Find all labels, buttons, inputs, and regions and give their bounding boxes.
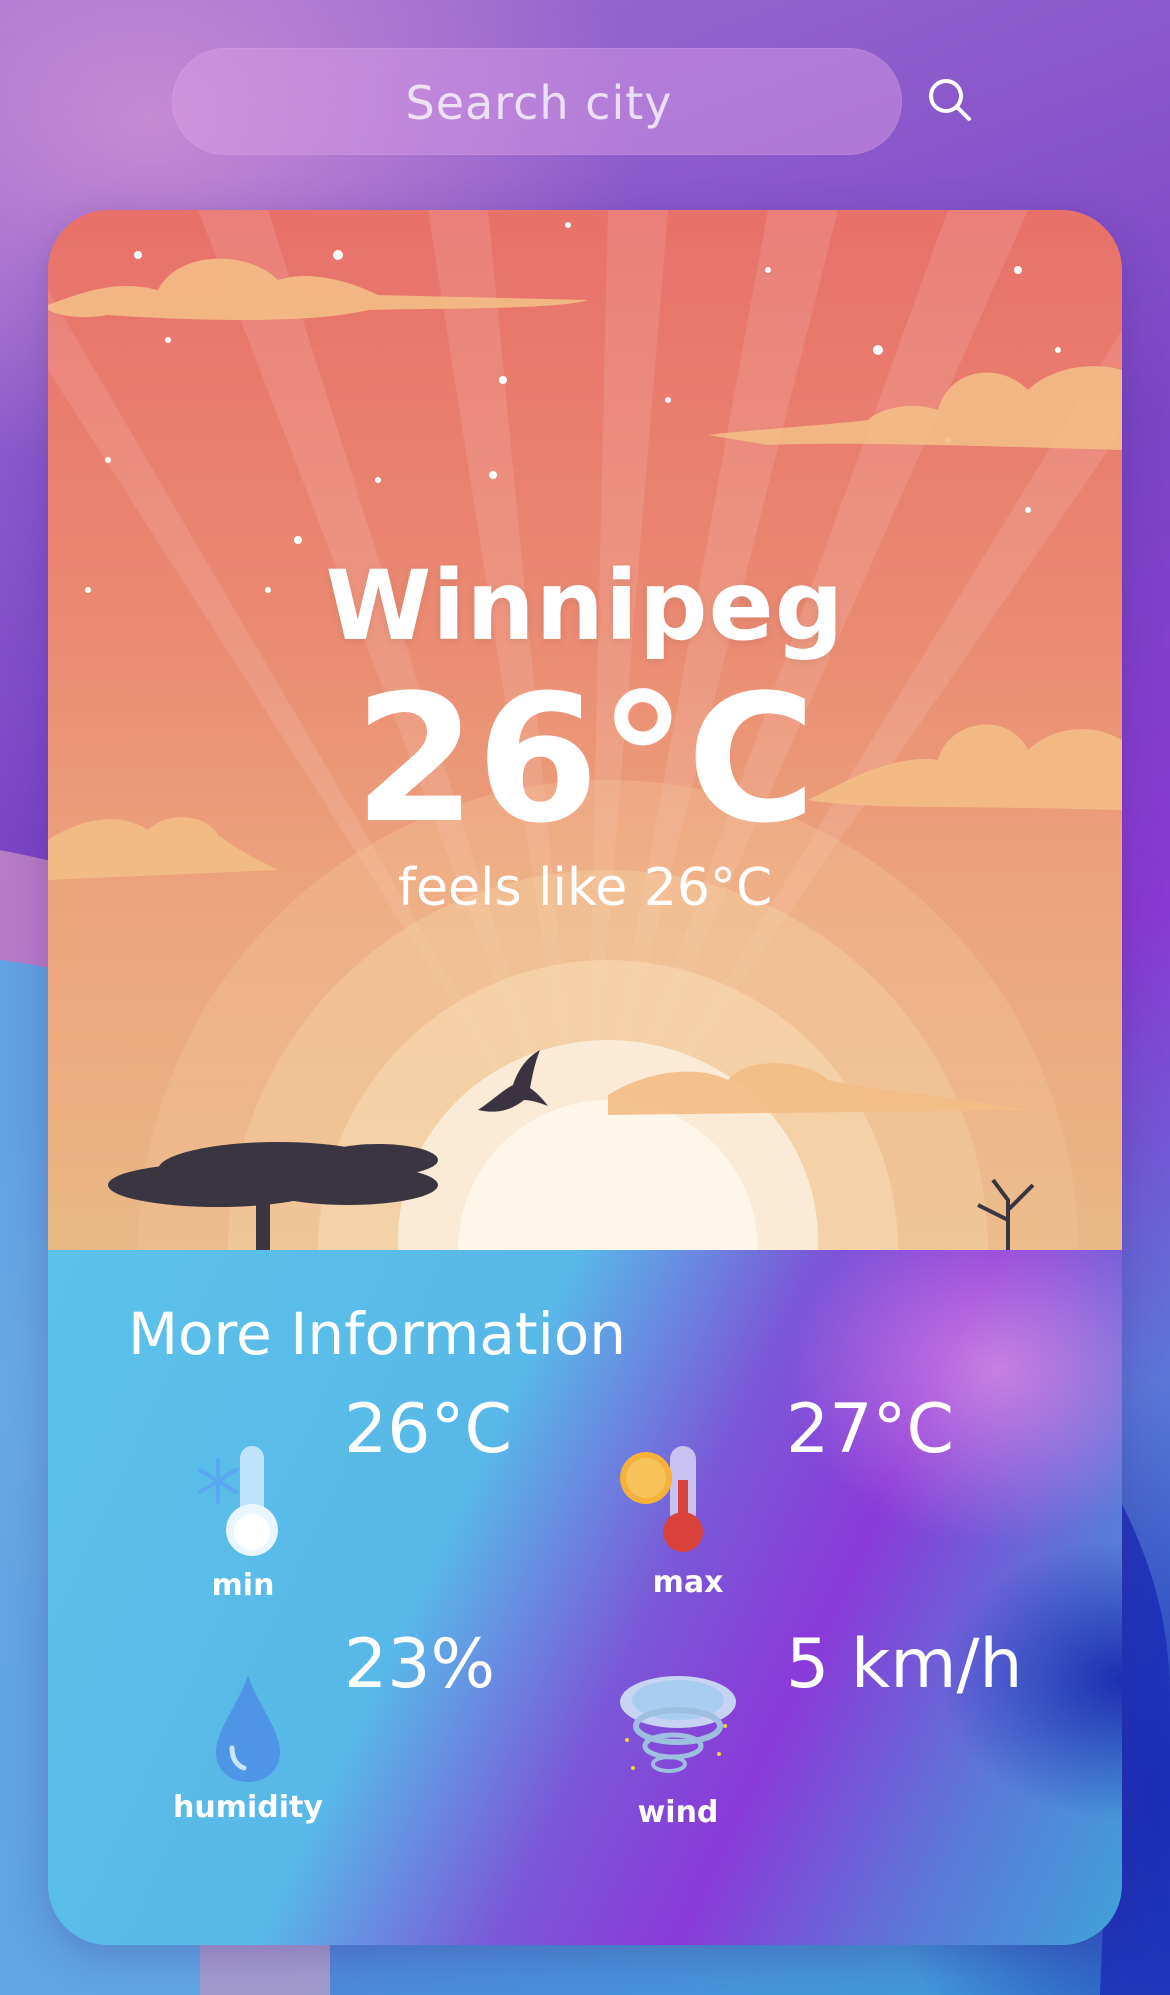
- weather-card: Winnipeg 26°C feels like 26°C More Infor…: [48, 210, 1122, 1945]
- city-name: Winnipeg: [325, 550, 845, 662]
- search-bar: [172, 48, 906, 157]
- search-icon: [929, 79, 971, 121]
- feels-like-text: feels like 26°C: [397, 858, 773, 918]
- humidity-value: 23%: [344, 1625, 496, 1704]
- wind-speed-value: 5 km/h: [786, 1625, 1023, 1704]
- min-temperature-value: 26°C: [344, 1390, 513, 1469]
- wind-caption: wind: [637, 1795, 719, 1830]
- max-temperature-value: 27°C: [786, 1390, 955, 1469]
- thermometer-hot-icon: [620, 1446, 703, 1552]
- wind-icon: [620, 1676, 736, 1773]
- min-caption: min: [211, 1568, 275, 1603]
- search-input[interactable]: [172, 48, 906, 157]
- max-caption: max: [652, 1565, 724, 1600]
- more-information-title: More Information: [128, 1300, 626, 1368]
- thermometer-cold-icon: [198, 1446, 278, 1556]
- water-drop-icon: [216, 1675, 280, 1782]
- current-temperature: 26°C: [353, 657, 817, 862]
- weather-hero: Winnipeg 26°C feels like 26°C: [48, 210, 1122, 1250]
- more-information-panel: More Information min 26°C max 27°C humid…: [48, 1250, 1122, 1945]
- humidity-caption: humidity: [173, 1790, 323, 1825]
- search-button[interactable]: [920, 70, 980, 130]
